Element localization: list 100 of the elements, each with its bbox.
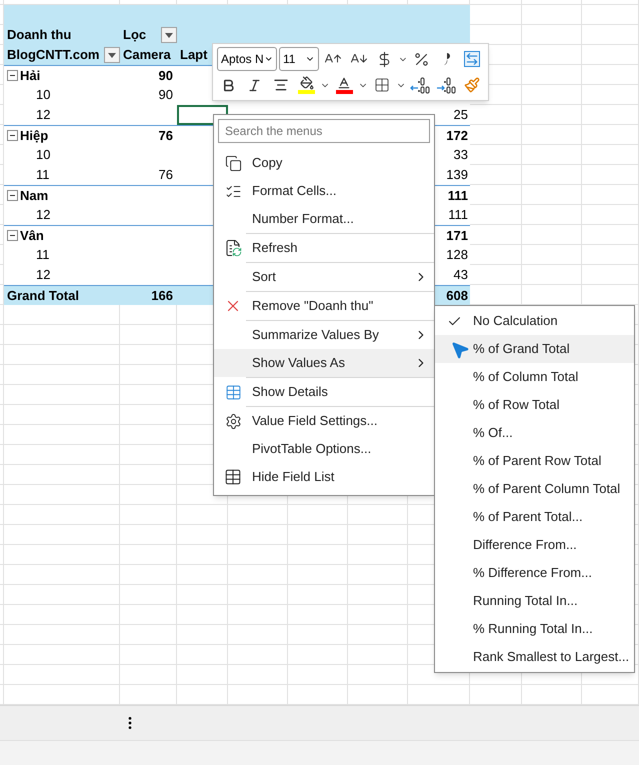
grid-cell <box>120 605 177 625</box>
filter-dropdown-button[interactable] <box>104 47 120 63</box>
grid-cell <box>582 125 639 145</box>
grid-cell <box>177 645 228 665</box>
menu-item[interactable]: Rank Smallest to Largest... <box>435 643 634 671</box>
copy-icon <box>224 154 242 172</box>
menu-item[interactable]: Show Details <box>214 378 434 406</box>
row-label: Vân <box>20 226 44 245</box>
grid-cell <box>348 665 408 685</box>
pivot-header-label: Doanh thu <box>4 25 120 45</box>
font-name-field[interactable]: Aptos N <box>217 47 277 71</box>
grid-cell <box>177 525 228 545</box>
collapse-icon[interactable] <box>7 230 18 241</box>
grid-cell <box>470 185 522 205</box>
table-cell: 166 <box>120 285 177 305</box>
grid-cell <box>582 145 639 165</box>
grid-cell <box>288 565 348 585</box>
grid-cell <box>177 565 228 585</box>
grid-cell <box>228 625 288 645</box>
menu-item[interactable]: % of Parent Row Total <box>435 447 634 475</box>
refresh-icon <box>224 239 242 257</box>
grid-cell <box>582 45 639 65</box>
menu-item[interactable]: Show Values As <box>214 349 434 377</box>
grid-cell <box>470 165 522 185</box>
grid-cell <box>228 525 288 545</box>
menu-item[interactable]: Summarize Values By <box>214 321 434 349</box>
menu-item[interactable]: % Difference From... <box>435 559 634 587</box>
row-label: Hiệp <box>20 126 48 145</box>
grid-cell <box>522 65 582 85</box>
grid-cell <box>470 105 522 125</box>
grid-cell <box>288 665 348 685</box>
grid-cell <box>522 185 582 205</box>
grid-cell <box>470 205 522 225</box>
grid-cell <box>582 265 639 285</box>
grid-cell <box>522 265 582 285</box>
collapse-icon[interactable] <box>7 70 18 81</box>
grid-cell <box>177 605 228 625</box>
menu-item[interactable]: No Calculation <box>435 307 634 335</box>
grid-cell <box>582 25 639 45</box>
grid-cell <box>228 505 288 525</box>
menu-item[interactable]: Value Field Settings... <box>214 407 434 435</box>
grid-cell <box>288 625 348 645</box>
grid-cell <box>177 505 228 525</box>
grid-cell <box>522 105 582 125</box>
menu-item[interactable]: % Of... <box>435 419 634 447</box>
grid-cell <box>228 545 288 565</box>
grid-cell <box>470 5 522 25</box>
show-details-icon <box>224 384 242 400</box>
grid-cell <box>582 105 639 125</box>
menu-item[interactable]: Hide Field List <box>214 463 434 491</box>
grid-cell <box>522 145 582 165</box>
column-header: Camera <box>120 45 177 65</box>
grid-cell <box>522 205 582 225</box>
caret-icon <box>165 32 173 38</box>
grid-cell <box>120 485 177 505</box>
grid-cell <box>522 45 582 65</box>
search-field[interactable]: Search the menus <box>218 119 430 143</box>
menu-item[interactable]: % of Grand Total <box>435 335 634 363</box>
grid-cell <box>228 565 288 585</box>
grid-cell <box>288 645 348 665</box>
grid-cell <box>522 85 582 105</box>
menu-item[interactable]: % Running Total In... <box>435 615 634 643</box>
grid-cell <box>288 505 348 525</box>
caret-icon <box>108 52 116 58</box>
menu-item[interactable]: % of Parent Total... <box>435 503 634 531</box>
grid-cell <box>177 585 228 605</box>
filter-dropdown-button[interactable] <box>161 27 177 43</box>
menu-item[interactable]: Difference From... <box>435 531 634 559</box>
grid-cell <box>470 265 522 285</box>
collapse-icon[interactable] <box>7 190 18 201</box>
collapse-icon[interactable] <box>7 130 18 141</box>
grid-cell <box>470 245 522 265</box>
row-label: Nam <box>20 186 48 205</box>
row-label: Hải <box>20 66 40 85</box>
pivot-header-label: BlogCNTT.com <box>7 46 100 64</box>
menu-item[interactable]: PivotTable Options... <box>214 435 434 463</box>
grid-cell <box>582 205 639 225</box>
grid-cell <box>228 665 288 685</box>
grid-cell <box>120 665 177 685</box>
field-list-icon <box>224 468 242 486</box>
grid-cell <box>522 25 582 45</box>
grid-cell <box>582 165 639 185</box>
grid-cell <box>120 565 177 585</box>
grid-cell <box>120 645 177 665</box>
font-size-field[interactable]: 11 <box>279 47 320 71</box>
grid-cell <box>582 5 639 25</box>
menu-item[interactable]: % of Parent Column Total <box>435 475 634 503</box>
grid-cell <box>470 125 522 145</box>
grid-cell <box>522 5 582 25</box>
grid-cell <box>228 585 288 605</box>
grid-cell <box>522 245 582 265</box>
grid-cell <box>470 145 522 165</box>
grid-cell <box>288 545 348 565</box>
grid-cell <box>120 545 177 565</box>
mouse-cursor-icon <box>450 340 470 360</box>
menu-item[interactable]: Running Total In... <box>435 587 634 615</box>
grid-cell <box>288 525 348 545</box>
grid-cell <box>582 185 639 205</box>
menu-item[interactable]: % of Row Total <box>435 391 634 419</box>
menu-item[interactable]: % of Column Total <box>435 363 634 391</box>
